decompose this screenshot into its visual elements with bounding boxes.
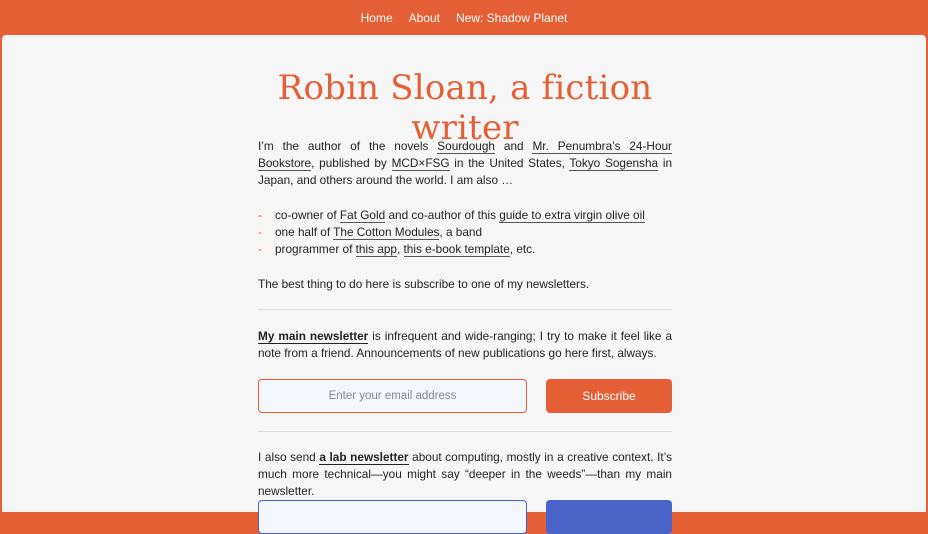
main-newsletter-paragraph: My main newsletter is infrequent and wid… <box>258 328 672 362</box>
intro-text: I’m the author of the novels <box>258 139 438 153</box>
divider <box>258 431 672 432</box>
page-title: Robin Sloan, a fiction writer <box>277 68 653 148</box>
intro-paragraph: I’m the author of the novels Sourdough a… <box>258 138 672 189</box>
subscribe-button[interactable]: Subscribe <box>546 379 672 413</box>
lab-newsletter-paragraph: I also send a lab newsletter about compu… <box>258 449 672 500</box>
list-item: - co-owner of Fat Gold and co-author of t… <box>258 207 645 224</box>
list-text: , a band <box>439 225 483 239</box>
divider <box>258 309 672 310</box>
nav-shadow-planet-link[interactable]: New: Shadow Planet <box>456 11 567 25</box>
dash-bullet-icon: - <box>258 225 262 239</box>
lab-email-field[interactable] <box>258 500 527 534</box>
subscribe-prompt: The best thing to do here is subscribe t… <box>258 277 590 291</box>
list-item: - programmer of this app, this e-book tem… <box>258 241 645 258</box>
lab-subscribe-button[interactable] <box>546 500 672 534</box>
list-text: and co-author of this <box>385 208 500 222</box>
lab-newsletter-link[interactable]: a lab newsletter <box>319 450 409 465</box>
list-text: , etc. <box>509 242 536 256</box>
list-text: co-owner of <box>275 208 340 222</box>
list-text: one half of <box>275 225 334 239</box>
lab-newsletter-text: I also send <box>258 450 320 464</box>
tokyo-sogensha-link[interactable]: Tokyo Sogensha <box>569 156 659 171</box>
sourdough-link[interactable]: Sourdough <box>437 139 495 154</box>
list-item: - one half of The Cotton Modules, a band <box>258 224 645 241</box>
list-text: programmer of <box>275 242 356 256</box>
email-field[interactable] <box>258 379 527 413</box>
fat-gold-link[interactable]: Fat Gold <box>339 208 386 223</box>
nav-home-link[interactable]: Home <box>361 11 393 25</box>
top-nav: Home About New: Shadow Planet <box>0 0 928 35</box>
ebook-template-link[interactable]: this e-book template <box>403 242 510 257</box>
list-text: , <box>396 242 404 256</box>
dash-bullet-icon: - <box>258 208 262 222</box>
this-app-link[interactable]: this app <box>355 242 397 257</box>
nav-about-link[interactable]: About <box>409 11 440 25</box>
mcdfsg-link[interactable]: MCD×FSG <box>391 156 450 171</box>
intro-text: in the United States, <box>449 156 570 170</box>
main-newsletter-link[interactable]: My main newsletter <box>258 329 369 344</box>
roles-list: - co-owner of Fat Gold and co-author of t… <box>258 207 645 258</box>
dash-bullet-icon: - <box>258 242 262 256</box>
intro-text: , published by <box>311 156 392 170</box>
intro-text: and <box>495 139 533 153</box>
olive-oil-guide-link[interactable]: guide to extra virgin olive oil <box>499 208 645 223</box>
main-panel: Robin Sloan, a fiction writer I’m the au… <box>2 35 926 534</box>
cotton-modules-link[interactable]: The Cotton Modules <box>333 225 440 240</box>
